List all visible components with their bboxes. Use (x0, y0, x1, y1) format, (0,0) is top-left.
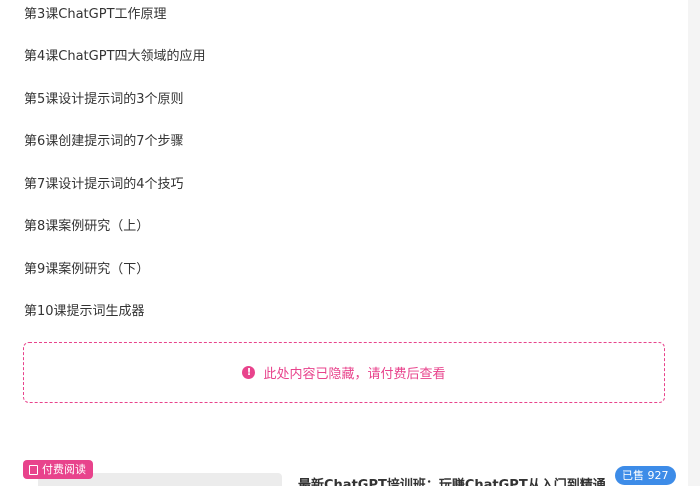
lesson-item-4[interactable]: 第4课ChatGPT四大领域的应用 (24, 48, 206, 66)
lesson-item-10[interactable]: 第10课提示词生成器 (24, 303, 145, 321)
lesson-item-3[interactable]: 第3课ChatGPT工作原理 (24, 6, 167, 24)
lesson-item-6[interactable]: 第6课创建提示词的7个步骤 (24, 133, 184, 151)
lesson-item-7[interactable]: 第7课设计提示词的4个技巧 (24, 176, 184, 194)
exclamation-circle-icon: ! (242, 366, 256, 379)
sold-count-badge: 已售 927 (615, 466, 676, 485)
hidden-content-text: 此处内容已隐藏，请付费后查看 (263, 367, 446, 382)
book-icon (29, 464, 38, 475)
course-title-link[interactable]: 最新ChatGPT培训班：玩赚ChatGPT从入门到精通，自动... (298, 474, 608, 486)
paid-reading-badge: 付费阅读 (23, 460, 93, 479)
content-panel: 第3课ChatGPT工作原理 第4课ChatGPT四大领域的应用 第5课设计提示… (0, 0, 686, 486)
paid-reading-label: 付费阅读 (42, 463, 86, 476)
lesson-item-5[interactable]: 第5课设计提示词的3个原则 (24, 91, 184, 109)
lesson-item-9[interactable]: 第9课案例研究（下） (24, 261, 149, 279)
lesson-item-8[interactable]: 第8课案例研究（上） (24, 218, 149, 236)
scrollbar-track[interactable] (688, 0, 700, 486)
hidden-content-notice: ! 此处内容已隐藏，请付费后查看 (23, 342, 665, 403)
